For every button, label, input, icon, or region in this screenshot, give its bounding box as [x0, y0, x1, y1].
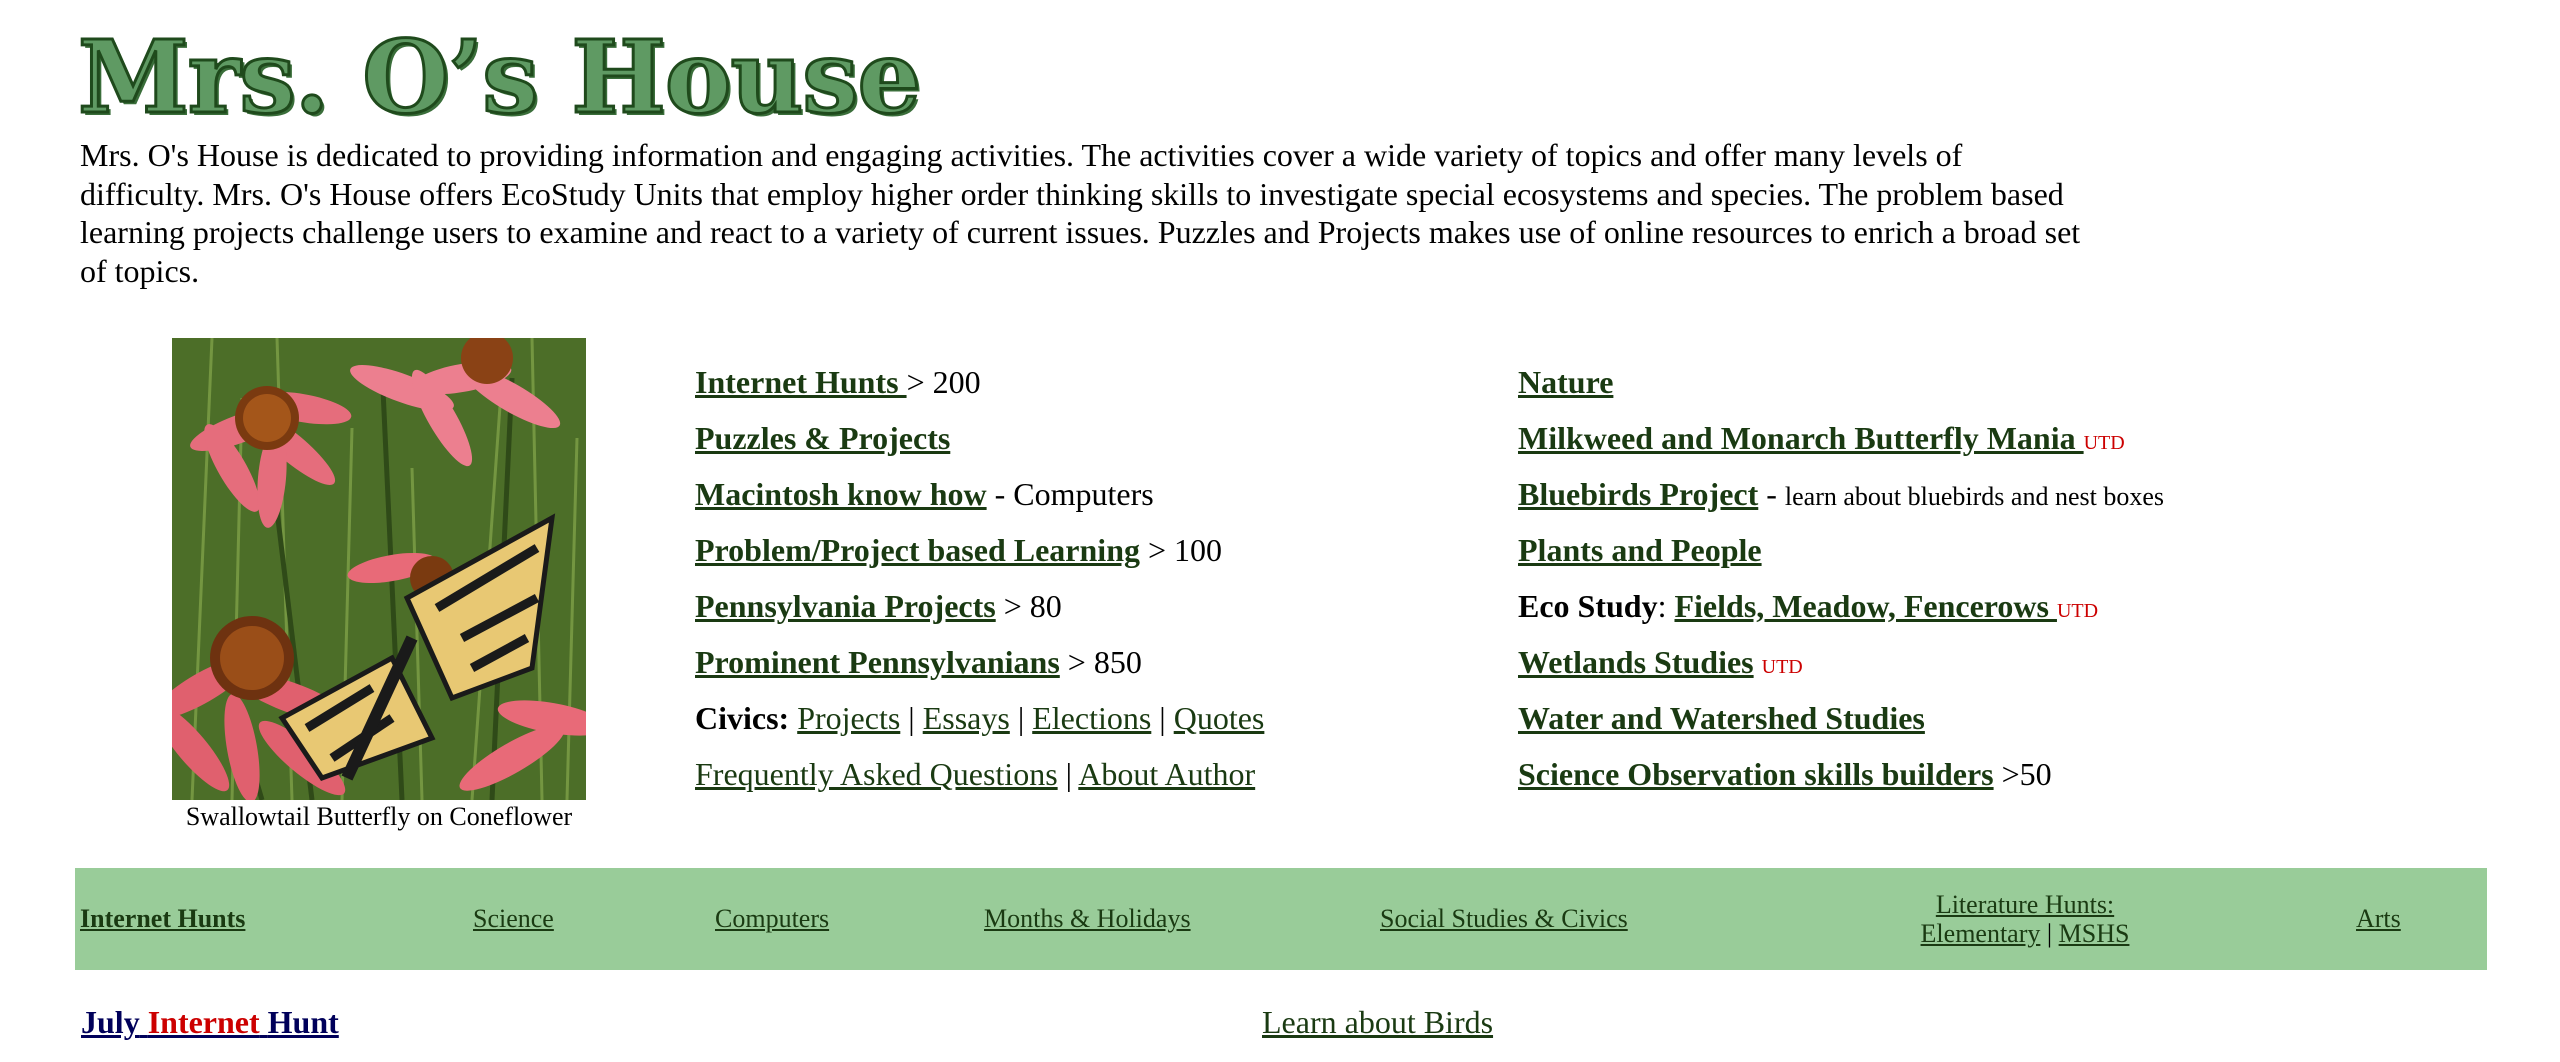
separator: |: [1057, 756, 1079, 792]
prominent-pennsylvanians-link[interactable]: Prominent Pennsylvanians: [695, 644, 1060, 680]
faq-link[interactable]: Frequently Asked Questions: [695, 756, 1058, 792]
bluebirds-description: learn about bluebirds and nest boxes: [1784, 482, 2164, 511]
civics-projects-link[interactable]: Projects: [797, 700, 900, 736]
intro-paragraph: Mrs. O's House is dedicated to providing…: [80, 137, 2081, 289]
fields-meadow-link[interactable]: Fields, Meadow, Fencerows: [1674, 588, 2056, 624]
bluebirds-project-link[interactable]: Bluebirds Project: [1518, 476, 1758, 512]
internet-hunts-link[interactable]: Internet Hunts: [695, 364, 907, 400]
prominent-pennsylvanians-count: > 850: [1059, 644, 1142, 680]
july-internet-hunt-link[interactable]: July Internet Hunt: [81, 1004, 339, 1040]
separator: |: [900, 700, 923, 736]
nav-months-holidays[interactable]: Months & Holidays: [984, 904, 1191, 934]
site-logo: Mrs. O’s House: [76, 18, 922, 136]
featured-photo: Swallowtail Butterfly on Coneflower: [172, 338, 586, 832]
learn-birds: Learn about Birds: [1262, 1004, 1493, 1041]
plants-people-link[interactable]: Plants and People: [1518, 532, 1762, 568]
learn-about-birds-link[interactable]: Learn about Birds: [1262, 1004, 1493, 1040]
butterfly-coneflower-image: [172, 338, 586, 800]
pbl-link[interactable]: Problem/Project based Learning: [695, 532, 1140, 568]
july-word: July: [81, 1004, 140, 1040]
internet-hunts-count: > 200: [906, 364, 981, 400]
wetlands-studies-link[interactable]: Wetlands Studies: [1518, 644, 1754, 680]
july-internet-hunt: July Internet Hunt: [81, 1004, 339, 1041]
science-observation-count: >50: [1993, 756, 2052, 792]
pennsylvania-projects-count: > 80: [995, 588, 1062, 624]
macintosh-link[interactable]: Macintosh know how: [695, 476, 987, 512]
nav-science[interactable]: Science: [473, 904, 554, 934]
macintosh-suffix: - Computers: [986, 476, 1154, 512]
bluebirds-dash: -: [1758, 476, 1785, 512]
water-watershed-link[interactable]: Water and Watershed Studies: [1518, 700, 1925, 736]
pennsylvania-projects-link[interactable]: Pennsylvania Projects: [695, 588, 996, 624]
pbl-count: > 100: [1139, 532, 1223, 568]
milkweed-monarch-link[interactable]: Milkweed and Monarch Butterfly Mania: [1518, 420, 2084, 456]
eco-study-colon: :: [1657, 588, 1675, 624]
civics-elections-link[interactable]: Elections: [1032, 700, 1151, 736]
separator: |: [1151, 700, 1174, 736]
internet-word: Internet: [147, 1004, 260, 1040]
nav-social-studies-civics[interactable]: Social Studies & Civics: [1380, 904, 1628, 934]
utd-badge: UTD: [2056, 600, 2099, 622]
separator: |: [1009, 700, 1033, 736]
separator: |: [2040, 919, 2059, 948]
category-navbar: Internet Hunts Science Computers Months …: [75, 868, 2487, 970]
hunt-word: Hunt: [267, 1004, 339, 1040]
eco-study-label: Eco Study: [1518, 588, 1658, 624]
nav-literature-hunts[interactable]: Literature Hunts:: [1936, 890, 2114, 919]
science-observation-link[interactable]: Science Observation skills builders: [1518, 756, 1994, 792]
ecostudy-links-column: Nature Milkweed and Monarch Butterfly Ma…: [1518, 362, 2418, 810]
nav-arts[interactable]: Arts: [2356, 904, 2401, 934]
nav-literature-elementary[interactable]: Elementary: [1921, 919, 2041, 948]
photo-caption: Swallowtail Butterfly on Coneflower: [185, 802, 573, 831]
nature-link[interactable]: Nature: [1518, 364, 1613, 400]
civics-quotes-link[interactable]: Quotes: [1174, 700, 1265, 736]
main-links-column: Internet Hunts > 200 Puzzles & Projects …: [695, 362, 1455, 810]
utd-badge: UTD: [1761, 656, 1803, 678]
utd-badge: UTD: [2083, 432, 2125, 454]
nav-literature-mshs[interactable]: MSHS: [2059, 919, 2130, 948]
puzzles-projects-link[interactable]: Puzzles & Projects: [695, 420, 950, 456]
about-author-link[interactable]: About Author: [1078, 756, 1255, 792]
nav-internet-hunts[interactable]: Internet Hunts: [80, 904, 245, 934]
civics-label: Civics:: [695, 700, 790, 736]
civics-essays-link[interactable]: Essays: [923, 700, 1010, 736]
nav-computers[interactable]: Computers: [715, 904, 829, 934]
